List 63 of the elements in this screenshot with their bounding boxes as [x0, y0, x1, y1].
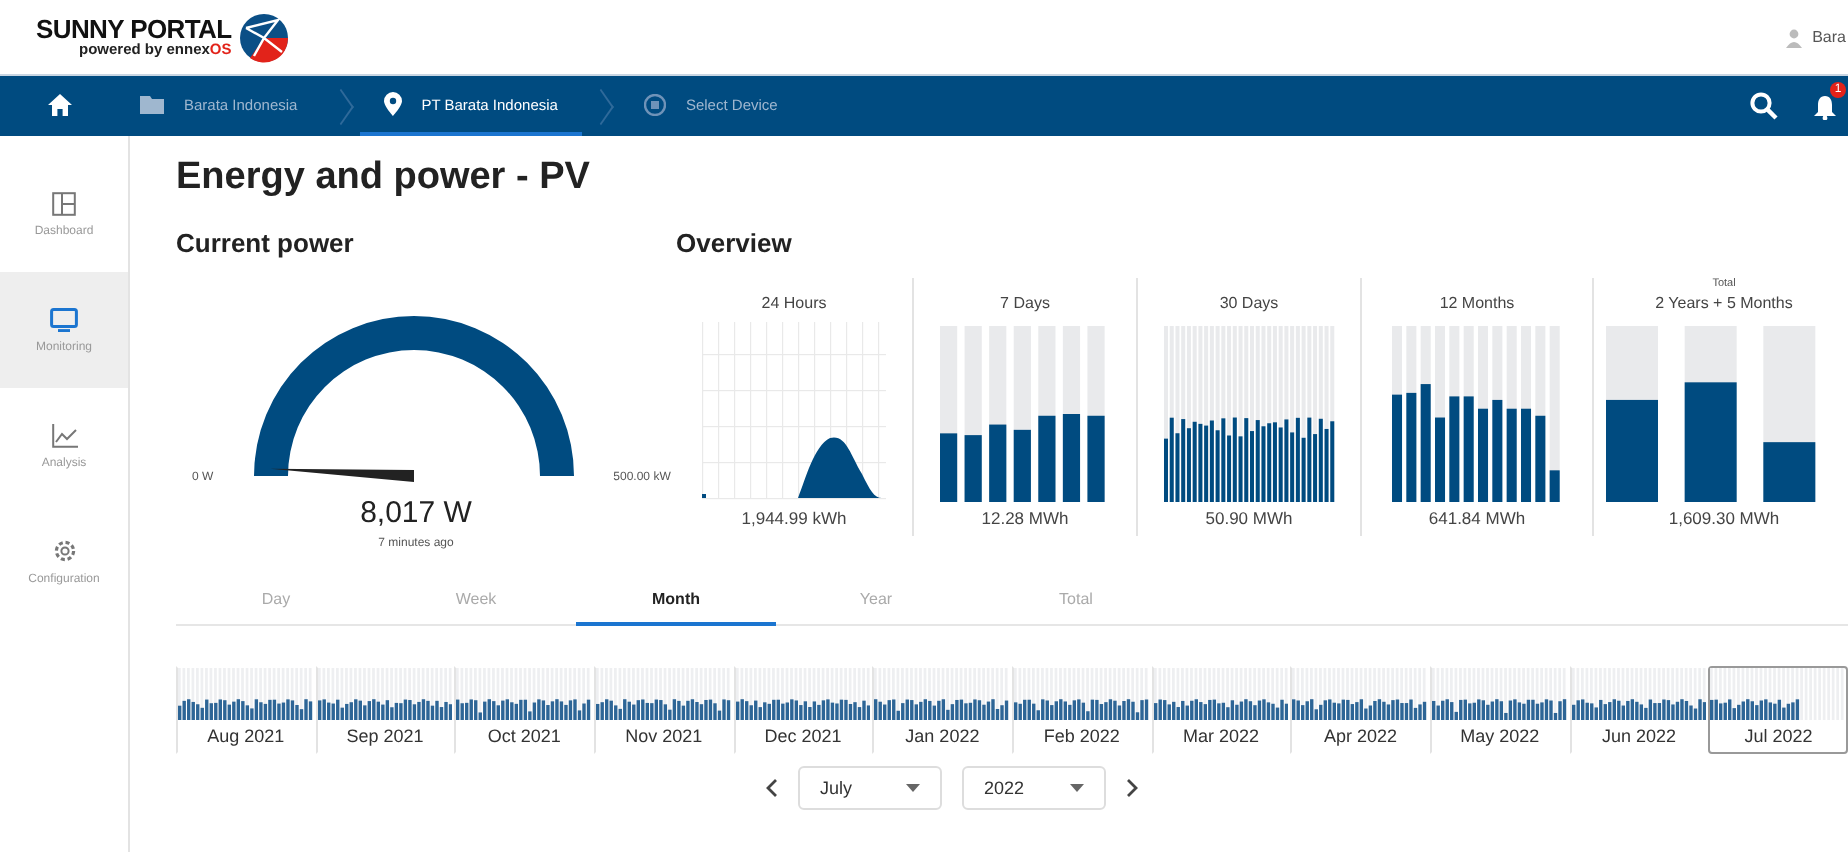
month-label[interactable]: Jun 2022	[1602, 720, 1677, 752]
overview-panel[interactable]: 7 Days 12.28 MWh	[912, 278, 1136, 536]
user-icon	[1784, 27, 1805, 47]
daily-bars-drawing	[1432, 668, 1568, 720]
power-value: 8,017 W	[358, 496, 474, 530]
section-title: Overview	[676, 228, 794, 262]
line-chart-icon	[51, 423, 77, 447]
daily-bars-drawing	[735, 668, 871, 720]
folder-icon	[140, 95, 164, 113]
caret-icon	[906, 784, 920, 792]
caret-icon	[1070, 784, 1084, 792]
daily-bars-drawing	[1571, 668, 1707, 720]
chip-icon	[643, 93, 666, 115]
search-icon[interactable]	[1750, 92, 1778, 120]
user-name[interactable]: Bara	[1812, 28, 1846, 46]
home-icon	[48, 93, 72, 115]
panel-label: 7 Days	[1000, 294, 1050, 316]
panel-total: 12.28 MWh	[981, 508, 1069, 528]
daily-bars-drawing	[317, 668, 453, 720]
period-tab[interactable]: Month	[576, 578, 776, 626]
logo-title: SUNNY PORTAL	[36, 16, 232, 43]
panel-label: 24 Hours	[761, 294, 827, 316]
panel-total: 1,609.30 MWh	[1668, 508, 1780, 528]
panel-label: 12 Months	[1439, 294, 1515, 316]
daily-bars-drawing	[178, 668, 314, 720]
month-select[interactable]: July	[798, 766, 942, 810]
year-select[interactable]: 2022	[962, 766, 1106, 810]
location-pin-icon	[383, 92, 402, 116]
globe-logo-icon	[237, 11, 290, 63]
daily-bars-drawing	[596, 668, 732, 720]
overview-panel[interactable]: 24 Hours 1,944.99 kWh	[676, 278, 912, 536]
daily-bars-drawing	[456, 668, 593, 720]
daily-bars-drawing	[1153, 668, 1289, 720]
next-icon[interactable]	[1126, 778, 1138, 798]
month-label[interactable]: Jan 2022	[905, 720, 980, 752]
panel-label: 2 Years + 5 Months	[1655, 294, 1793, 316]
month-label[interactable]: Feb 2022	[1043, 720, 1120, 752]
month-label[interactable]: Oct 2021	[487, 720, 561, 752]
previous-icon[interactable]	[766, 778, 778, 798]
month-label[interactable]: Nov 2021	[625, 720, 703, 752]
panel-total: 641.84 MWh	[1428, 508, 1526, 528]
monitor-icon	[50, 307, 78, 331]
dashboard-icon	[52, 191, 76, 215]
daily-bars-drawing	[1710, 668, 1847, 720]
month-label[interactable]: Apr 2022	[1323, 720, 1397, 752]
month-label[interactable]: Aug 2021	[207, 720, 285, 752]
settings-icon	[51, 538, 77, 564]
month-label[interactable]: Dec 2021	[764, 720, 842, 752]
bell-icon[interactable]	[1814, 93, 1836, 119]
month-label[interactable]: May 2022	[1460, 720, 1540, 752]
month-label[interactable]: Mar 2022	[1183, 720, 1260, 752]
month-label[interactable]: Jul 2022	[1744, 720, 1813, 752]
daily-bars-drawing	[1292, 668, 1429, 720]
daily-bars-drawing	[874, 668, 1011, 720]
panel-total: 50.90 MWh	[1205, 508, 1293, 528]
month-label[interactable]: Sep 2021	[346, 720, 424, 752]
panel-total: 1,944.99 kWh	[741, 508, 847, 528]
panel-label: 30 Days	[1219, 294, 1279, 316]
overview-panel[interactable]: 12 Months 641.84 MWh	[1360, 278, 1592, 536]
section-title: Current power	[176, 228, 356, 262]
overview-panel[interactable]: 30 Days 50.90 MWh	[1136, 278, 1360, 536]
page-title: Energy and power - PV	[176, 156, 592, 202]
daily-bars-drawing	[1014, 668, 1150, 720]
